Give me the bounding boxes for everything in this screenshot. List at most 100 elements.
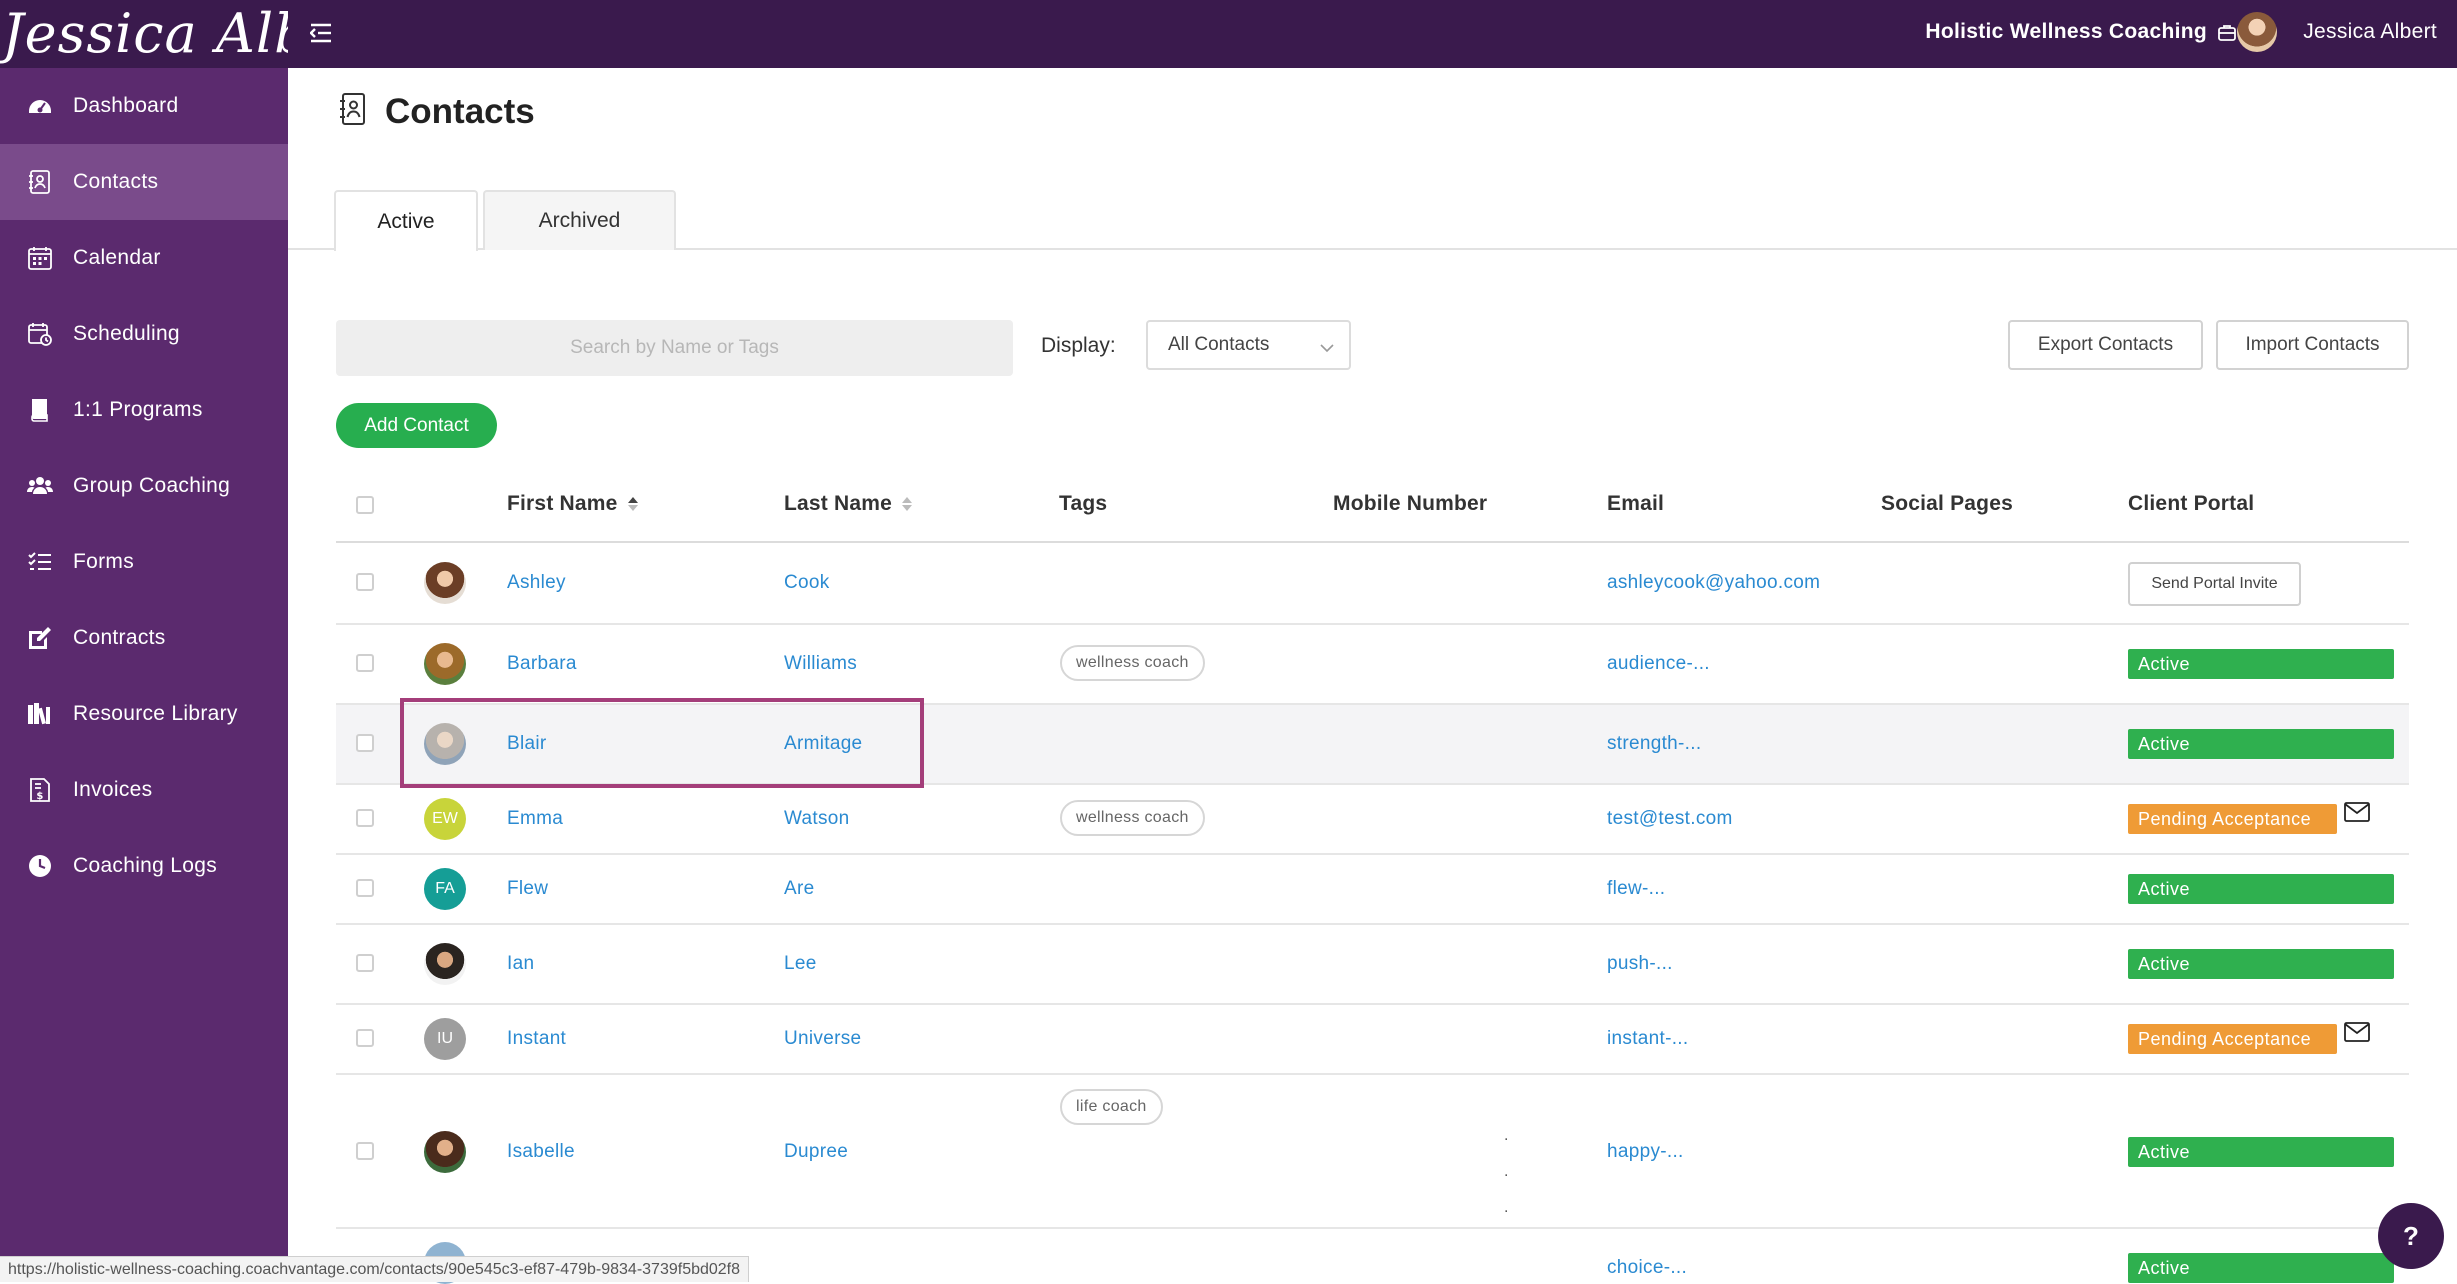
sidebar-item-dashboard[interactable]: Dashboard <box>0 68 288 144</box>
menu-toggle-icon[interactable] <box>309 22 334 44</box>
last-name-link[interactable]: Watson <box>784 808 850 830</box>
first-name-link[interactable]: Ashley <box>507 572 566 594</box>
first-name-link[interactable]: Barbara <box>507 653 577 675</box>
status-badge: Active <box>2128 949 2394 979</box>
tag-chip[interactable]: wellness coach <box>1060 645 1205 681</box>
email-link[interactable]: instant-... <box>1607 1028 1688 1050</box>
sidebar-item-scheduling[interactable]: Scheduling <box>0 296 288 372</box>
contacts-icon <box>27 169 53 195</box>
column-first-name[interactable]: First Name <box>507 492 640 516</box>
user-name[interactable]: Jessica Albert <box>2303 20 2437 44</box>
row-checkbox[interactable] <box>356 654 374 672</box>
email-link[interactable]: test@test.com <box>1607 808 1733 830</box>
email-link[interactable]: push-... <box>1607 953 1673 975</box>
top-bar: Jessica Albert Holistic Wellness Coachin… <box>0 0 2457 68</box>
briefcase-icon[interactable] <box>2217 23 2237 43</box>
tab-archived[interactable]: Archived <box>483 190 676 250</box>
sidebar-item-label: Invoices <box>73 778 153 801</box>
status-badge: Active <box>2128 1253 2394 1283</box>
sidebar-item-forms[interactable]: Forms <box>0 524 288 600</box>
sidebar-item-label: Contracts <box>73 626 166 649</box>
column-social-pages: Social Pages <box>1881 492 2013 515</box>
sidebar-item-resource-library[interactable]: Resource Library <box>0 676 288 752</box>
row-checkbox[interactable] <box>356 954 374 972</box>
sidebar-item-coaching-logs[interactable]: Coaching Logs <box>0 828 288 904</box>
row-checkbox[interactable] <box>356 809 374 827</box>
select-all-checkbox[interactable] <box>356 496 374 514</box>
last-name-link[interactable]: Lee <box>784 953 817 975</box>
scheduling-icon <box>27 321 53 347</box>
last-name-link[interactable]: Are <box>784 878 814 900</box>
display-label: Display: <box>1041 334 1116 357</box>
last-name-link[interactable]: Williams <box>784 653 857 675</box>
table-row[interactable]: EW Emma Watson wellness coach test@test.… <box>336 785 2409 853</box>
tab-active[interactable]: Active <box>334 190 478 251</box>
programs-icon <box>27 397 53 423</box>
last-name-link[interactable]: Dupree <box>784 1141 848 1163</box>
dashboard-icon <box>27 93 53 119</box>
email-link[interactable]: happy-... <box>1607 1141 1684 1163</box>
table-row[interactable]: IU Instant Universe instant-... Pending … <box>336 1005 2409 1073</box>
sidebar-item-calendar[interactable]: Calendar <box>0 220 288 296</box>
search-input[interactable] <box>336 320 1013 376</box>
help-button[interactable]: ? <box>2378 1203 2444 1269</box>
table-row[interactable]: Isabelle Dupree life coach ... happy-...… <box>336 1075 2409 1227</box>
sidebar-item-invoices[interactable]: $ Invoices <box>0 752 288 828</box>
column-label: Last Name <box>784 492 893 515</box>
display-select[interactable]: All Contacts <box>1146 320 1351 370</box>
sidebar-item-group-coaching[interactable]: Group Coaching <box>0 448 288 524</box>
row-checkbox[interactable] <box>356 734 374 752</box>
sidebar-item-contacts[interactable]: Contacts <box>0 144 288 220</box>
row-checkbox[interactable] <box>356 573 374 591</box>
column-email: Email <box>1607 492 1665 515</box>
sort-asc-icon[interactable] <box>626 494 640 514</box>
sidebar-item-programs[interactable]: 1:1 Programs <box>0 372 288 448</box>
column-last-name[interactable]: Last Name <box>784 492 914 516</box>
email-link[interactable]: ashleycook@yahoo.com <box>1607 572 1820 594</box>
status-badge: Active <box>2128 729 2394 759</box>
column-client-portal: Client Portal <box>2128 492 2255 515</box>
sidebar-item-label: Dashboard <box>73 94 179 117</box>
sort-icon[interactable] <box>900 494 914 514</box>
email-link[interactable]: audience-... <box>1607 653 1710 675</box>
tag-chip[interactable]: wellness coach <box>1060 800 1205 836</box>
last-name-link[interactable]: Cook <box>784 572 830 594</box>
business-name[interactable]: Holistic Wellness Coaching <box>1925 20 2207 44</box>
status-badge: Active <box>2128 649 2394 679</box>
export-contacts-button[interactable]: Export Contacts <box>2008 320 2203 370</box>
mail-icon[interactable] <box>2344 1022 2370 1042</box>
table-row[interactable]: Ashley Cook ashleycook@yahoo.com Send Po… <box>336 543 2409 623</box>
avatar-initials: IU <box>424 1018 466 1060</box>
last-name-link[interactable]: Universe <box>784 1028 861 1050</box>
table-row[interactable]: Barbara Williams wellness coach audience… <box>336 625 2409 703</box>
import-contacts-button[interactable]: Import Contacts <box>2216 320 2409 370</box>
sidebar-item-label: Contacts <box>73 170 159 193</box>
sidebar-item-contracts[interactable]: Contracts <box>0 600 288 676</box>
chevron-down-icon <box>1319 338 1335 353</box>
tag-chip[interactable]: life coach <box>1060 1089 1163 1125</box>
avatar <box>424 562 466 604</box>
send-portal-invite-button[interactable]: Send Portal Invite <box>2128 562 2301 606</box>
row-checkbox[interactable] <box>356 1029 374 1047</box>
status-badge: Pending Acceptance <box>2128 804 2337 834</box>
sidebar-item-label: Scheduling <box>73 322 180 345</box>
table-row[interactable]: Ian Lee push-... Active <box>336 925 2409 1003</box>
row-checkbox[interactable] <box>356 879 374 897</box>
first-name-link[interactable]: Emma <box>507 808 563 830</box>
mail-icon[interactable] <box>2344 802 2370 822</box>
first-name-link[interactable]: Instant <box>507 1028 566 1050</box>
row-checkbox[interactable] <box>356 1142 374 1160</box>
email-link[interactable]: choice-... <box>1607 1257 1687 1279</box>
email-link[interactable]: flew-... <box>1607 878 1665 900</box>
table-row[interactable]: FA Flew Are flew-... Active <box>336 855 2409 923</box>
ellipsis-icon: ... <box>1504 1127 1509 1216</box>
sidebar-item-label: Coaching Logs <box>73 854 217 877</box>
email-link[interactable]: strength-... <box>1607 733 1701 755</box>
user-avatar[interactable] <box>2237 12 2277 52</box>
first-name-link[interactable]: Isabelle <box>507 1141 575 1163</box>
add-contact-button[interactable]: Add Contact <box>336 403 497 448</box>
first-name-link[interactable]: Flew <box>507 878 548 900</box>
first-name-link[interactable]: Ian <box>507 953 534 975</box>
brand-logo[interactable]: Jessica Albert <box>0 0 288 68</box>
status-badge: Pending Acceptance <box>2128 1024 2337 1054</box>
